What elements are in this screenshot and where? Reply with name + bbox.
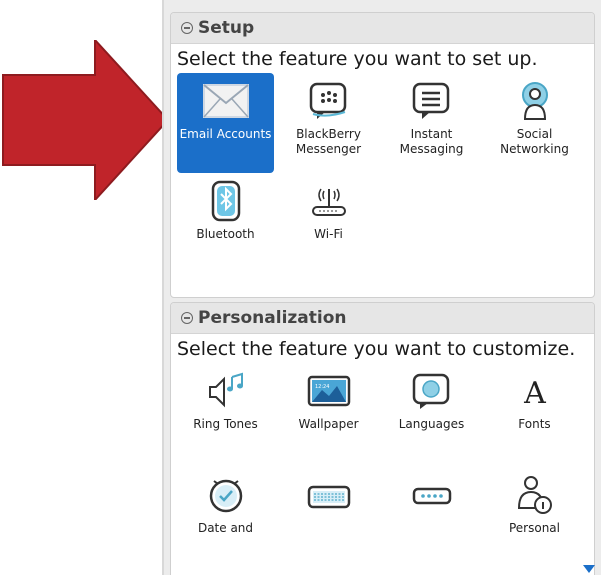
setup-screen: Setup Select the feature you want to set…	[162, 0, 601, 575]
fonts-item[interactable]: A Fonts	[486, 363, 583, 467]
chat-bubble-icon	[406, 81, 458, 121]
ring-tones-item[interactable]: Ring Tones	[177, 363, 274, 467]
languages-icon	[406, 371, 458, 411]
languages-label: Languages	[398, 417, 465, 431]
social-network-icon	[509, 81, 561, 121]
clock-icon	[200, 475, 252, 515]
password-item[interactable]	[383, 467, 480, 571]
collapse-icon[interactable]	[181, 22, 193, 34]
envelope-icon	[200, 81, 252, 121]
personal-info-item[interactable]: Personal	[486, 467, 583, 571]
personal-label: Personal	[508, 521, 560, 535]
personalization-panel: Personalization Select the feature you w…	[170, 302, 595, 575]
blackberry-messenger-label: BlackBerry Messenger	[295, 127, 362, 156]
date-and-time-label: Date and	[197, 521, 254, 535]
scroll-down-arrow-icon[interactable]	[583, 565, 595, 573]
wifi-router-icon	[303, 181, 355, 221]
setup-panel: Setup Select the feature you want to set…	[170, 12, 595, 298]
bluetooth-label: Bluetooth	[196, 227, 255, 241]
password-icon	[406, 475, 458, 515]
blackberry-messenger-item[interactable]: BlackBerry Messenger	[280, 73, 377, 173]
collapse-icon[interactable]	[181, 312, 193, 324]
email-accounts-label: Email Accounts	[179, 127, 272, 141]
personal-info-icon	[509, 475, 561, 515]
bbm-chat-icon	[303, 81, 355, 121]
wallpaper-item[interactable]: 12:24 Wallpaper	[280, 363, 377, 467]
keyboard-icon	[303, 475, 355, 515]
languages-item[interactable]: Languages	[383, 363, 480, 467]
svg-text:A: A	[523, 376, 546, 411]
fonts-icon: A	[509, 371, 561, 411]
wallpaper-label: Wallpaper	[298, 417, 359, 431]
setup-description: Select the feature you want to set up.	[177, 48, 538, 70]
instant-messaging-item[interactable]: Instant Messaging	[383, 73, 480, 173]
personalization-section-header[interactable]: Personalization	[171, 303, 594, 334]
personalization-description: Select the feature you want to customize…	[177, 338, 576, 360]
instant-messaging-label: Instant Messaging	[399, 127, 464, 156]
setup-section-header[interactable]: Setup	[171, 13, 594, 44]
fonts-label: Fonts	[518, 417, 551, 431]
red-pointer-arrow-icon	[2, 40, 170, 200]
bluetooth-icon	[200, 180, 252, 222]
svg-text:12:24: 12:24	[315, 384, 329, 390]
setup-title: Setup	[198, 18, 255, 38]
wallpaper-icon: 12:24	[303, 371, 355, 411]
email-accounts-item[interactable]: Email Accounts	[177, 73, 274, 173]
social-networking-label: Social Networking	[500, 127, 569, 156]
keyboard-item[interactable]	[280, 467, 377, 571]
bluetooth-item[interactable]: Bluetooth	[177, 173, 274, 273]
wifi-label: Wi-Fi	[314, 227, 343, 241]
social-networking-item[interactable]: Social Networking	[486, 73, 583, 173]
date-and-time-item[interactable]: Date and	[177, 467, 274, 571]
ring-tones-icon	[200, 371, 252, 411]
wifi-item[interactable]: Wi-Fi	[280, 173, 377, 273]
ring-tones-label: Ring Tones	[193, 417, 258, 431]
personalization-title: Personalization	[198, 308, 347, 328]
